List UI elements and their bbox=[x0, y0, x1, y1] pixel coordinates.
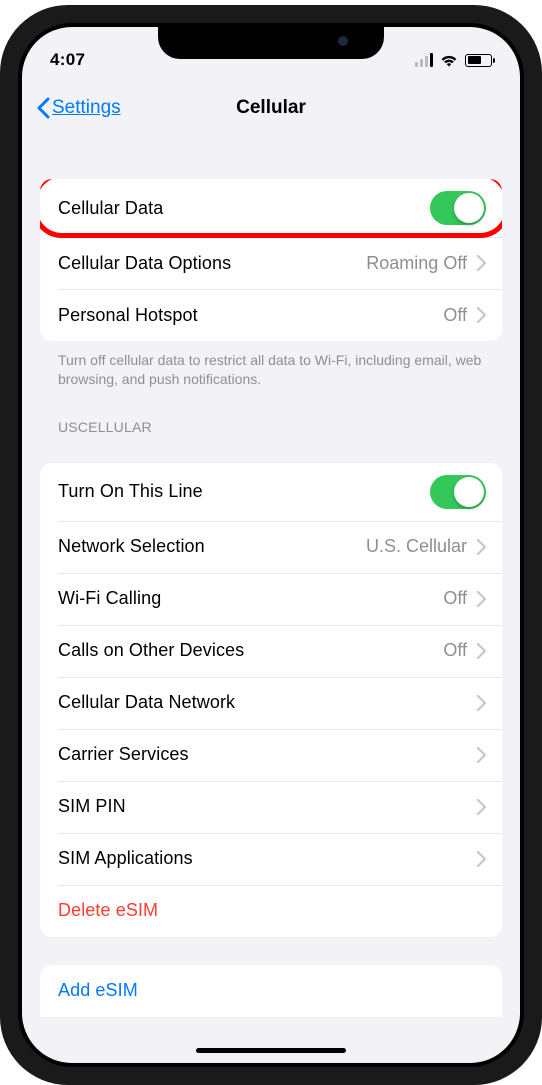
network-selection-row[interactable]: Network Selection U.S. Cellular bbox=[40, 521, 502, 573]
chevron-right-icon bbox=[477, 747, 486, 763]
wifi-calling-value: Off bbox=[443, 588, 467, 609]
personal-hotspot-label: Personal Hotspot bbox=[58, 305, 443, 326]
calls-other-devices-value: Off bbox=[443, 640, 467, 661]
status-time: 4:07 bbox=[50, 50, 85, 70]
turn-on-line-row[interactable]: Turn On This Line bbox=[40, 463, 502, 521]
back-label: Settings bbox=[52, 97, 121, 119]
carrier-services-label: Carrier Services bbox=[58, 744, 477, 765]
wifi-icon bbox=[440, 54, 458, 67]
add-esim-label: Add eSIM bbox=[58, 980, 486, 1001]
calls-other-devices-row[interactable]: Calls on Other Devices Off bbox=[40, 625, 502, 677]
status-icons bbox=[415, 53, 492, 67]
add-esim-row[interactable]: Add eSIM bbox=[40, 965, 502, 1017]
screen: 4:07 Settings C bbox=[22, 27, 520, 1063]
cellular-data-toggle[interactable] bbox=[430, 191, 486, 225]
chevron-right-icon bbox=[477, 851, 486, 867]
turn-on-line-label: Turn On This Line bbox=[58, 481, 430, 502]
sim-applications-label: SIM Applications bbox=[58, 848, 477, 869]
chevron-right-icon bbox=[477, 591, 486, 607]
sim-pin-row[interactable]: SIM PIN bbox=[40, 781, 502, 833]
turn-on-line-toggle[interactable] bbox=[430, 475, 486, 509]
network-selection-value: U.S. Cellular bbox=[366, 536, 467, 557]
network-selection-label: Network Selection bbox=[58, 536, 366, 557]
cellular-signal-icon bbox=[415, 53, 433, 67]
cellular-data-label: Cellular Data bbox=[58, 198, 430, 219]
cellular-data-network-row[interactable]: Cellular Data Network bbox=[40, 677, 502, 729]
chevron-right-icon bbox=[477, 539, 486, 555]
cellular-data-footer: Turn off cellular data to restrict all d… bbox=[22, 341, 520, 389]
add-esim-group: Add eSIM bbox=[40, 965, 502, 1017]
home-indicator[interactable] bbox=[196, 1048, 346, 1053]
wifi-calling-label: Wi-Fi Calling bbox=[58, 588, 443, 609]
chevron-right-icon bbox=[477, 695, 486, 711]
toggle-knob bbox=[454, 477, 484, 507]
cellular-data-options-value: Roaming Off bbox=[366, 253, 467, 274]
cellular-data-group: Cellular Data Cellular Data Options Roam… bbox=[40, 179, 502, 341]
personal-hotspot-row[interactable]: Personal Hotspot Off bbox=[40, 289, 502, 341]
chevron-left-icon bbox=[36, 97, 50, 119]
cellular-data-options-row[interactable]: Cellular Data Options Roaming Off bbox=[40, 237, 502, 289]
carrier-header: USCELLULAR bbox=[22, 409, 520, 443]
cellular-data-row[interactable]: Cellular Data bbox=[40, 179, 502, 237]
page-title: Cellular bbox=[236, 97, 306, 119]
back-button[interactable]: Settings bbox=[36, 97, 121, 119]
delete-esim-label: Delete eSIM bbox=[58, 900, 486, 921]
chevron-right-icon bbox=[477, 799, 486, 815]
phone-frame: 4:07 Settings C bbox=[0, 5, 542, 1085]
content-scroll[interactable]: Cellular Data Cellular Data Options Roam… bbox=[22, 133, 520, 1063]
front-camera bbox=[338, 36, 348, 46]
device-notch bbox=[158, 23, 384, 59]
sim-applications-row[interactable]: SIM Applications bbox=[40, 833, 502, 885]
cellular-data-options-label: Cellular Data Options bbox=[58, 253, 366, 274]
battery-icon bbox=[465, 54, 492, 67]
carrier-services-row[interactable]: Carrier Services bbox=[40, 729, 502, 781]
sim-pin-label: SIM PIN bbox=[58, 796, 477, 817]
delete-esim-row[interactable]: Delete eSIM bbox=[40, 885, 502, 937]
chevron-right-icon bbox=[477, 255, 486, 271]
chevron-right-icon bbox=[477, 643, 486, 659]
carrier-group: Turn On This Line Network Selection U.S.… bbox=[40, 463, 502, 937]
personal-hotspot-value: Off bbox=[443, 305, 467, 326]
cellular-data-network-label: Cellular Data Network bbox=[58, 692, 477, 713]
navigation-bar: Settings Cellular bbox=[22, 83, 520, 133]
toggle-knob bbox=[454, 193, 484, 223]
calls-other-devices-label: Calls on Other Devices bbox=[58, 640, 443, 661]
chevron-right-icon bbox=[477, 307, 486, 323]
wifi-calling-row[interactable]: Wi-Fi Calling Off bbox=[40, 573, 502, 625]
